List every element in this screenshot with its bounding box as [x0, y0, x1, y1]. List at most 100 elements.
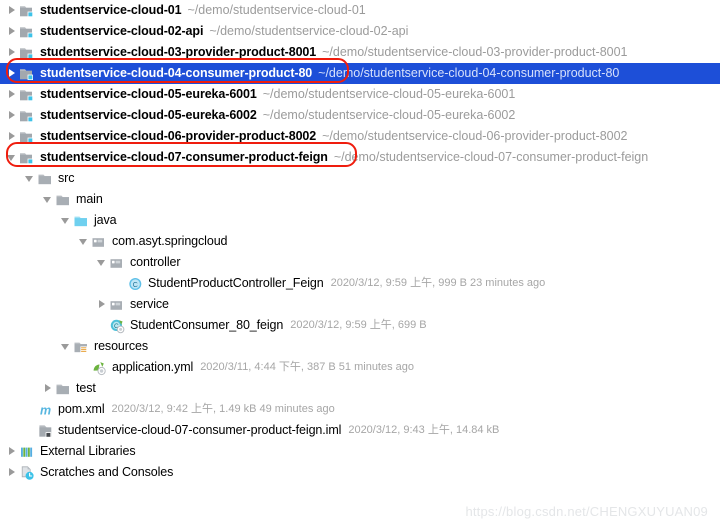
tree-row-label: studentservice-cloud-06-provider-product…	[40, 129, 317, 143]
tree-row-label: src	[58, 171, 75, 185]
project-tree[interactable]: studentservice-cloud-01 ~/demo/studentser…	[0, 0, 720, 483]
tree-row-path: ~/demo/studentservice-cloud-07-consumer-…	[333, 150, 649, 164]
chevron-right-icon[interactable]	[6, 441, 19, 462]
module-icon	[19, 3, 36, 19]
tree-row-metadata: 2020/3/12, 9:59 上午, 699 B	[290, 319, 427, 331]
scratches-icon	[19, 465, 36, 481]
folder-icon	[55, 192, 72, 208]
package-icon	[109, 255, 126, 271]
tree-row[interactable]: main	[0, 189, 720, 210]
tree-row-label: studentservice-cloud-07-consumer-product…	[58, 423, 342, 437]
tree-row-path: ~/demo/studentservice-cloud-05-eureka-60…	[262, 108, 516, 122]
tree-row[interactable]: studentservice-cloud-07-consumer-product…	[0, 147, 720, 168]
tree-row[interactable]: studentservice-cloud-03-provider-product…	[0, 42, 720, 63]
tree-row[interactable]: controller	[0, 252, 720, 273]
tree-row[interactable]: studentservice-cloud-04-consumer-product…	[0, 63, 720, 84]
resources-folder-icon	[73, 339, 90, 355]
tree-row[interactable]: src	[0, 168, 720, 189]
tree-row-metadata: 2020/3/11, 4:44 下午, 387 B 51 minutes ago	[200, 361, 415, 373]
watermark-text: https://blog.csdn.net/CHENGXUYUAN09	[465, 504, 708, 519]
tree-row-label: studentservice-cloud-04-consumer-product…	[40, 66, 313, 80]
tree-row-metadata: 2020/3/12, 9:42 上午, 1.49 kB 49 minutes a…	[111, 403, 335, 415]
external-libraries-icon	[19, 444, 36, 460]
tree-row[interactable]: studentservice-cloud-02-api ~/demo/studen…	[0, 21, 720, 42]
maven-icon: m	[37, 402, 54, 418]
tree-row-label: studentservice-cloud-07-consumer-product…	[40, 150, 328, 164]
tree-row[interactable]: studentservice-cloud-06-provider-product…	[0, 126, 720, 147]
tree-row-label: application.yml	[112, 360, 194, 374]
module-icon	[19, 150, 36, 166]
tree-row-metadata: 2020/3/12, 9:43 上午, 14.84 kB	[348, 424, 500, 436]
chevron-down-icon[interactable]	[6, 147, 19, 168]
folder-icon	[55, 381, 72, 397]
tree-row[interactable]: java	[0, 210, 720, 231]
tree-row-label: StudentProductController_Feign	[148, 276, 324, 290]
tree-row-label: Scratches and Consoles	[40, 465, 174, 479]
tree-row-label: studentservice-cloud-05-eureka-6001	[40, 87, 257, 101]
tree-row-label: resources	[94, 339, 148, 353]
chevron-right-icon[interactable]	[6, 63, 19, 84]
tree-row[interactable]: service	[0, 294, 720, 315]
chevron-right-icon[interactable]	[42, 378, 55, 399]
tree-row[interactable]: studentservice-cloud-07-consumer-product…	[0, 420, 720, 441]
tree-row[interactable]: com.asyt.springcloud	[0, 231, 720, 252]
chevron-down-icon[interactable]	[60, 336, 73, 357]
tree-row[interactable]: test	[0, 378, 720, 399]
chevron-right-icon[interactable]	[6, 126, 19, 147]
module-icon	[19, 45, 36, 61]
module-icon	[19, 24, 36, 40]
chevron-down-icon[interactable]	[60, 210, 73, 231]
tree-row-label: pom.xml	[58, 402, 105, 416]
module-icon	[19, 66, 36, 82]
chevron-right-icon[interactable]	[6, 462, 19, 483]
tree-row-path: ~/demo/studentservice-cloud-05-eureka-60…	[262, 87, 516, 101]
chevron-right-icon[interactable]	[6, 21, 19, 42]
svg-text:m: m	[40, 403, 51, 417]
tree-row-path: ~/demo/studentservice-cloud-03-provider-…	[322, 45, 628, 59]
svg-text:C: C	[133, 282, 138, 289]
module-icon	[19, 108, 36, 124]
tree-row-label: com.asyt.springcloud	[112, 234, 228, 248]
tree-row-label: service	[130, 297, 169, 311]
module-icon	[19, 87, 36, 103]
java-class-icon: C	[127, 276, 144, 292]
chevron-right-icon[interactable]	[96, 294, 109, 315]
spring-boot-class-icon: C	[109, 318, 126, 334]
source-folder-icon	[73, 213, 90, 229]
tree-row-label: studentservice-cloud-03-provider-product…	[40, 45, 317, 59]
module-icon	[19, 129, 36, 145]
tree-row[interactable]: C StudentConsumer_80_feign 2020/3/12, 9:59…	[0, 315, 720, 336]
tree-row[interactable]: External Libraries	[0, 441, 720, 462]
tree-row[interactable]: application.yml 2020/3/11, 4:44 下午, 387 B…	[0, 357, 720, 378]
tree-row[interactable]: C StudentProductController_Feign 2020/3/12…	[0, 273, 720, 294]
no-arrow-spacer	[114, 273, 127, 294]
chevron-right-icon[interactable]	[6, 84, 19, 105]
tree-row-label: StudentConsumer_80_feign	[130, 318, 284, 332]
chevron-right-icon[interactable]	[6, 0, 19, 21]
chevron-down-icon[interactable]	[24, 168, 37, 189]
tree-row-path: ~/demo/studentservice-cloud-04-consumer-…	[318, 66, 620, 80]
folder-icon	[37, 171, 54, 187]
tree-row-label: java	[94, 213, 117, 227]
tree-row[interactable]: resources	[0, 336, 720, 357]
tree-row-path: ~/demo/studentservice-cloud-01	[187, 3, 366, 17]
tree-row[interactable]: studentservice-cloud-01 ~/demo/studentser…	[0, 0, 720, 21]
chevron-right-icon[interactable]	[6, 105, 19, 126]
tree-row-label: External Libraries	[40, 444, 136, 458]
no-arrow-spacer	[24, 399, 37, 420]
iml-icon	[37, 423, 54, 439]
chevron-down-icon[interactable]	[78, 231, 91, 252]
tree-row[interactable]: m pom.xml 2020/3/12, 9:42 上午, 1.49 kB 49 m…	[0, 399, 720, 420]
chevron-down-icon[interactable]	[96, 252, 109, 273]
tree-row-label: studentservice-cloud-05-eureka-6002	[40, 108, 257, 122]
tree-row-label: studentservice-cloud-01	[40, 3, 182, 17]
chevron-down-icon[interactable]	[42, 189, 55, 210]
tree-row[interactable]: studentservice-cloud-05-eureka-6002 ~/dem…	[0, 105, 720, 126]
tree-row[interactable]: Scratches and Consoles	[0, 462, 720, 483]
tree-row[interactable]: studentservice-cloud-05-eureka-6001 ~/dem…	[0, 84, 720, 105]
tree-row-label: main	[76, 192, 103, 206]
no-arrow-spacer	[24, 420, 37, 441]
chevron-right-icon[interactable]	[6, 42, 19, 63]
tree-row-label: controller	[130, 255, 181, 269]
tree-row-label: studentservice-cloud-02-api	[40, 24, 204, 38]
